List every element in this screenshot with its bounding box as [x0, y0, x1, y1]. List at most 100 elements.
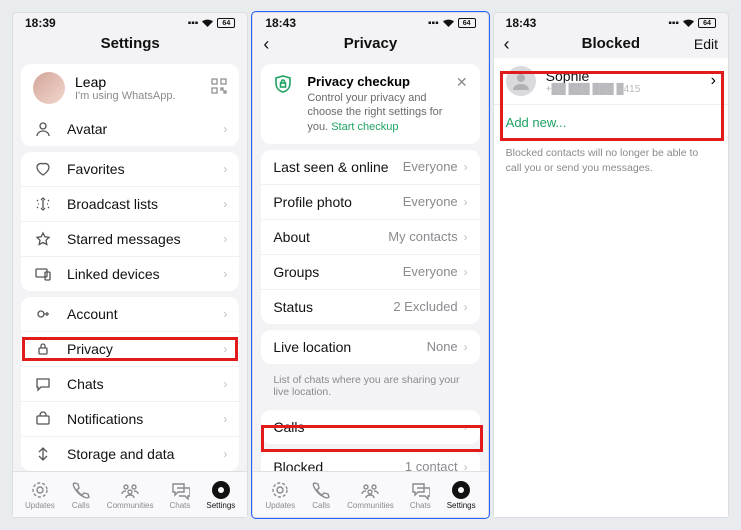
favorites-icon	[33, 161, 53, 177]
tab-calls[interactable]: Calls	[71, 480, 91, 510]
chevron-right-icon: ›	[223, 197, 227, 211]
row-label: Account	[67, 306, 223, 322]
row-label: About	[273, 229, 388, 245]
chats-icon	[410, 480, 430, 500]
settings-icon	[451, 480, 471, 500]
chevron-right-icon: ›	[464, 265, 468, 279]
phone-settings: 18:39 ▪▪▪ 64 Settings Leap I'm using Wha…	[12, 12, 248, 518]
row-linked-devices[interactable]: Linked devices›	[21, 257, 239, 291]
starred-messages-icon	[33, 231, 53, 247]
close-icon[interactable]: ✕	[456, 74, 468, 91]
broadcast-lists-icon	[33, 196, 53, 212]
tab-label: Settings	[447, 501, 476, 510]
row-notifications[interactable]: Notifications›	[21, 402, 239, 437]
row-label: Calls	[273, 419, 463, 435]
row-label: Live location	[273, 339, 426, 355]
phone-blocked: 18:43 ▪▪▪ 64 ‹ Blocked Edit Sophie +██ █…	[493, 12, 729, 518]
signal-icon: ▪▪▪	[428, 18, 439, 29]
tab-chats[interactable]: Chats	[169, 480, 190, 510]
row-status[interactable]: Status2 Excluded›	[261, 290, 479, 324]
tab-settings[interactable]: Settings	[206, 480, 235, 510]
status-bar: 18:39 ▪▪▪ 64	[13, 13, 247, 32]
blocked-contact-row[interactable]: Sophie +██ ███ ███ █415 ›	[494, 58, 728, 105]
chevron-right-icon: ›	[223, 232, 227, 246]
tab-communities[interactable]: Communities	[107, 480, 154, 510]
privacy-icon	[33, 341, 53, 357]
page-title: Settings	[101, 35, 160, 52]
back-button[interactable]: ‹	[504, 34, 510, 55]
status-bar: 18:43 ▪▪▪ 64	[494, 13, 728, 32]
row-starred-messages[interactable]: Starred messages›	[21, 222, 239, 257]
page-title: Privacy	[344, 35, 397, 52]
chevron-right-icon: ›	[223, 267, 227, 281]
row-about[interactable]: AboutMy contacts ›	[261, 220, 479, 255]
signal-icon: ▪▪▪	[188, 18, 199, 29]
chevron-right-icon: ›	[223, 162, 227, 176]
tab-calls[interactable]: Calls	[311, 480, 331, 510]
row-avatar[interactable]: Avatar ›	[21, 112, 239, 146]
storage-and-data-icon	[33, 446, 53, 462]
row-storage-and-data[interactable]: Storage and data›	[21, 437, 239, 471]
battery-icon: 64	[217, 18, 235, 28]
privacy-checkup[interactable]: Privacy checkup Control your privacy and…	[261, 64, 479, 144]
tab-updates[interactable]: Updates	[25, 480, 55, 510]
tab-label: Calls	[72, 501, 90, 510]
chevron-right-icon: ›	[464, 230, 468, 244]
header: ‹ Blocked Edit	[494, 32, 728, 58]
chevron-right-icon: ›	[223, 447, 227, 461]
profile-name: Leap	[75, 74, 176, 90]
row-value: 1 contact	[405, 459, 458, 471]
row-privacy[interactable]: Privacy›	[21, 332, 239, 367]
row-value: My contacts	[388, 229, 457, 244]
tab-communities[interactable]: Communities	[347, 480, 394, 510]
tab-label: Calls	[312, 501, 330, 510]
row-value: None	[427, 339, 458, 354]
blocked-footnote: Blocked contacts will no longer be able …	[494, 140, 728, 181]
row-calls[interactable]: Calls ›	[261, 410, 479, 444]
row-last-seen[interactable]: Last seen & onlineEveryone›	[261, 150, 479, 185]
page-title: Blocked	[582, 35, 640, 52]
row-groups[interactable]: GroupsEveryone›	[261, 255, 479, 290]
checkup-link[interactable]: Start checkup	[331, 121, 398, 133]
calls-icon	[311, 480, 331, 500]
row-account[interactable]: Account›	[21, 297, 239, 332]
tab-updates[interactable]: Updates	[265, 480, 295, 510]
wifi-icon	[682, 18, 695, 28]
tab-label: Updates	[25, 501, 55, 510]
profile-row[interactable]: Leap I'm using WhatsApp.	[21, 64, 239, 112]
communities-icon	[120, 480, 140, 500]
qr-icon[interactable]	[211, 78, 227, 99]
row-label: Storage and data	[67, 446, 223, 462]
chevron-right-icon: ›	[464, 195, 468, 209]
row-chats[interactable]: Chats›	[21, 367, 239, 402]
row-label: Broadcast lists	[67, 196, 223, 212]
add-new-button[interactable]: Add new...	[494, 105, 728, 140]
row-label: Favorites	[67, 161, 223, 177]
tab-chats[interactable]: Chats	[410, 480, 431, 510]
back-button[interactable]: ‹	[263, 34, 269, 55]
checkup-title: Privacy checkup	[307, 74, 456, 89]
row-favorites[interactable]: Favorites›	[21, 152, 239, 187]
tab-settings[interactable]: Settings	[447, 480, 476, 510]
tab-label: Chats	[410, 501, 431, 510]
updates-icon	[270, 480, 290, 500]
phone-privacy: 18:43 ▪▪▪ 64 ‹ Privacy Privacy checkup C…	[252, 12, 488, 518]
status-time: 18:39	[25, 16, 56, 30]
chevron-right-icon: ›	[223, 122, 227, 136]
edit-button[interactable]: Edit	[694, 36, 718, 52]
hint-live: List of chats where you are sharing your…	[259, 370, 481, 404]
row-value: Everyone	[403, 159, 458, 174]
account-icon	[33, 306, 53, 322]
row-label: Privacy	[67, 341, 223, 357]
row-label: Notifications	[67, 411, 223, 427]
row-broadcast-lists[interactable]: Broadcast lists›	[21, 187, 239, 222]
row-label: Status	[273, 299, 393, 315]
battery-icon: 64	[698, 18, 716, 28]
status-bar: 18:43 ▪▪▪ 64	[253, 13, 487, 32]
row-blocked[interactable]: Blocked 1 contact ›	[261, 450, 479, 471]
chevron-right-icon: ›	[464, 160, 468, 174]
row-live-location[interactable]: Live location None ›	[261, 330, 479, 364]
chevron-right-icon: ›	[223, 307, 227, 321]
notifications-icon	[33, 411, 53, 427]
row-profile-photo[interactable]: Profile photoEveryone›	[261, 185, 479, 220]
